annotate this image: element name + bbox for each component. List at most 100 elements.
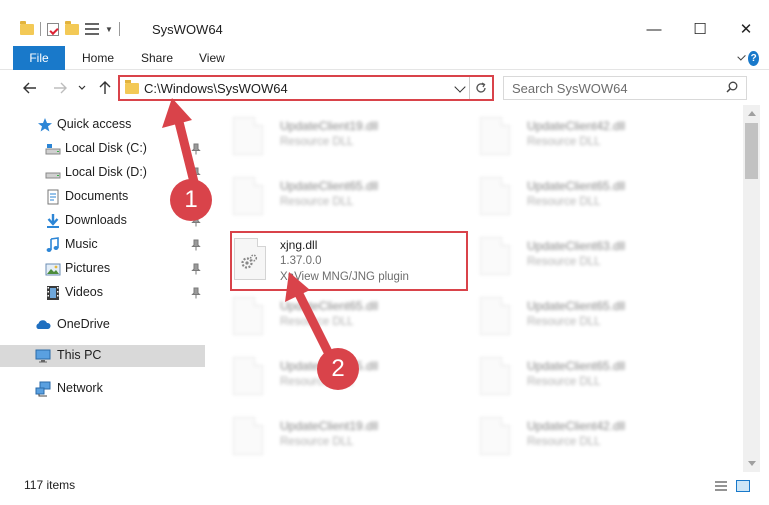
list-item[interactable]: UpdateClient19.dll Resource DLL — [213, 408, 453, 468]
help-icon[interactable]: ? — [748, 50, 759, 66]
file-description: Resource DLL — [527, 256, 601, 268]
refresh-button[interactable] — [473, 80, 489, 96]
file-list: UpdateClient19.dll Resource DLL UpdateCl… — [213, 105, 743, 472]
status-bar: 117 items — [0, 472, 769, 505]
list-item[interactable]: UpdateClient65.dll Resource DLL — [213, 168, 453, 228]
sidebar-item-pictures[interactable]: Pictures — [0, 258, 205, 280]
tab-home[interactable]: Home — [82, 46, 114, 70]
forward-button[interactable] — [49, 77, 71, 99]
tab-share[interactable]: Share — [141, 46, 173, 70]
search-box[interactable] — [503, 76, 747, 100]
window-title: SysWOW64 — [152, 22, 223, 37]
onedrive-icon — [36, 320, 51, 329]
dll-file-icon — [480, 357, 510, 395]
file-description: Resource DLL — [527, 316, 601, 328]
sidebar-item-music[interactable]: Music — [0, 234, 205, 256]
file-description: Resource DLL — [527, 196, 601, 208]
list-item[interactable]: UpdateClient42.dll Resource DLL — [460, 108, 700, 168]
dll-file-icon — [480, 117, 510, 155]
file-name: UpdateClient65.dll — [527, 299, 626, 313]
list-item[interactable]: UpdateClient65.dll Resource DLL — [460, 288, 700, 348]
file-name: UpdateClient19.dll — [280, 419, 379, 433]
list-item[interactable]: UpdateClient65.dll Resource DLL — [460, 348, 700, 408]
this-pc-icon — [35, 349, 51, 363]
pin-icon[interactable] — [191, 263, 201, 275]
list-item[interactable]: UpdateClient19.dll Resource DLL — [213, 108, 453, 168]
list-item[interactable]: UpdateClient65.dll Resource DLL — [213, 288, 453, 348]
scrollbar-thumb[interactable] — [745, 123, 758, 179]
list-item[interactable]: UpdateClient63.dll Resource DLL — [460, 228, 700, 288]
recent-locations-button[interactable] — [75, 77, 89, 99]
sidebar-item-local-disk-c[interactable]: Local Disk (C:) — [0, 138, 205, 160]
sidebar-item-network[interactable]: Network — [0, 378, 205, 400]
star-icon — [38, 118, 52, 132]
gear-icon — [241, 254, 258, 269]
sidebar-item-label: Videos — [65, 285, 103, 299]
toolbar-separator — [118, 22, 120, 36]
list-item[interactable]: UpdateClient65.dll Resource DLL — [460, 168, 700, 228]
documents-icon — [47, 189, 59, 205]
sidebar-item-label: Downloads — [65, 213, 127, 227]
folder-icon — [125, 80, 139, 94]
file-name: UpdateClient65.dll — [527, 179, 626, 193]
back-button[interactable] — [19, 77, 41, 99]
new-folder-icon[interactable] — [65, 20, 79, 35]
large-icons-view-icon[interactable] — [736, 480, 750, 492]
sidebar-item-onedrive[interactable]: OneDrive — [0, 314, 205, 336]
sidebar-scrollbar[interactable] — [205, 105, 213, 472]
file-description: Resource DLL — [280, 436, 354, 448]
minimize-button[interactable]: — — [631, 14, 677, 44]
downloads-icon — [47, 214, 59, 228]
sidebar-item-videos[interactable]: Videos — [0, 282, 205, 304]
file-name: UpdateClient42.dll — [527, 119, 626, 133]
arrow-left-icon — [23, 82, 36, 94]
toolbar-separator — [40, 22, 41, 36]
up-button[interactable] — [94, 77, 116, 99]
address-dropdown-icon[interactable] — [454, 81, 466, 93]
sidebar-item-quick-access[interactable]: Quick access — [0, 114, 205, 136]
file-name: UpdateClient65.dll — [527, 359, 626, 373]
scroll-up-icon[interactable] — [748, 111, 756, 116]
view-options-icon[interactable] — [85, 23, 99, 35]
dll-file-icon — [480, 237, 510, 275]
network-icon — [35, 381, 51, 397]
vertical-scrollbar[interactable] — [743, 105, 760, 472]
title-bar: ▼ SysWOW64 — ☐ ✕ — [0, 0, 769, 40]
sidebar-item-label: Local Disk (C:) — [65, 141, 147, 155]
list-item-xjng-dll[interactable]: xjng.dll 1.37.0.0 XnView MNG/JNG plugin — [230, 231, 468, 291]
folder-icon[interactable] — [20, 20, 34, 35]
sidebar-item-label: Quick access — [57, 117, 132, 131]
videos-icon — [47, 286, 59, 300]
close-button[interactable]: ✕ — [723, 14, 769, 44]
pin-icon[interactable] — [191, 167, 201, 179]
address-path[interactable]: C:\Windows\SysWOW64 — [144, 81, 288, 96]
sidebar-item-label: Music — [65, 237, 98, 251]
file-description: Resource DLL — [527, 376, 601, 388]
list-item[interactable]: UpdateClient42.dll Resource DLL — [460, 408, 700, 468]
pin-icon[interactable] — [191, 143, 201, 155]
file-description: Resource DLL — [527, 136, 601, 148]
expand-ribbon-icon[interactable] — [737, 51, 746, 61]
customize-toolbar-dropdown-icon[interactable]: ▼ — [105, 25, 113, 34]
pin-icon[interactable] — [191, 287, 201, 299]
tab-file[interactable]: File — [13, 46, 65, 70]
details-view-icon[interactable] — [714, 480, 728, 492]
search-icon[interactable] — [726, 81, 738, 93]
dll-file-icon — [480, 297, 510, 335]
tab-view[interactable]: View — [199, 46, 225, 70]
properties-icon[interactable] — [47, 22, 59, 36]
sidebar-item-label: This PC — [57, 348, 102, 362]
ribbon-controls: ? — [737, 48, 759, 68]
sidebar-item-local-disk-d[interactable]: Local Disk (D:) — [0, 162, 205, 184]
sidebar-item-this-pc[interactable]: This PC — [0, 345, 205, 367]
window-controls: — ☐ ✕ — [631, 14, 769, 44]
address-bar[interactable]: C:\Windows\SysWOW64 — [118, 75, 494, 101]
scroll-down-icon[interactable] — [748, 461, 756, 466]
pin-icon[interactable] — [191, 239, 201, 251]
search-input[interactable] — [512, 80, 712, 96]
address-separator — [469, 77, 470, 99]
maximize-button[interactable]: ☐ — [677, 14, 723, 44]
dll-file-icon — [233, 417, 263, 455]
file-name: xjng.dll — [280, 238, 318, 252]
chevron-down-icon — [78, 85, 86, 90]
